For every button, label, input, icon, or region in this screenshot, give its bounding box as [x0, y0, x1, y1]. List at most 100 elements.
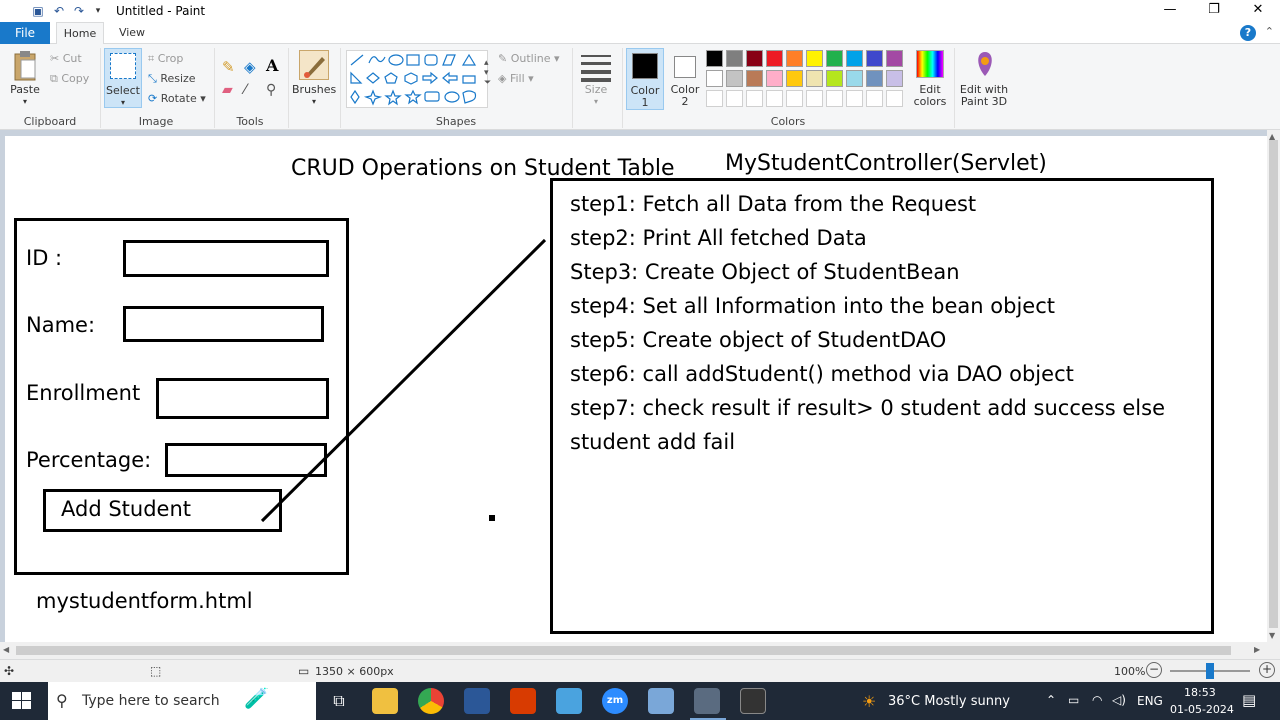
- cut-button[interactable]: ✂ Cut: [50, 52, 82, 65]
- paint3d-label-2[interactable]: Paint 3D: [958, 96, 1010, 108]
- battery-icon[interactable]: ▭: [1068, 693, 1079, 707]
- undo-icon[interactable]: ↶: [51, 3, 67, 19]
- minimize-button[interactable]: —: [1148, 0, 1192, 22]
- notifications-icon[interactable]: ▤: [1242, 691, 1256, 709]
- palette-swatch[interactable]: [806, 50, 823, 67]
- rotate-button[interactable]: ⟳ Rotate ▾: [148, 92, 206, 105]
- horizontal-scrollbar[interactable]: ◀ ▶: [0, 642, 1280, 659]
- clock-time[interactable]: 18:53: [1184, 686, 1216, 699]
- paint-icon[interactable]: [694, 688, 720, 714]
- weather-text[interactable]: 36°C Mostly sunny: [888, 694, 1010, 709]
- outline-button[interactable]: ✎ Outline ▾: [498, 52, 560, 65]
- color1-button[interactable]: Color 1: [626, 48, 664, 110]
- brushes-icon[interactable]: [299, 50, 329, 80]
- palette-swatch[interactable]: [766, 70, 783, 87]
- resize-button[interactable]: ⤡ Resize: [148, 72, 196, 86]
- palette-swatch[interactable]: [706, 50, 723, 67]
- volume-icon[interactable]: ◁): [1112, 693, 1126, 707]
- pencil-icon[interactable]: ✎: [222, 58, 235, 76]
- palette-swatch[interactable]: [746, 50, 763, 67]
- size-icon[interactable]: [580, 52, 612, 82]
- tab-file[interactable]: File: [0, 22, 50, 44]
- palette-swatch[interactable]: [786, 70, 803, 87]
- fill-button[interactable]: ◈ Fill ▾: [498, 72, 534, 85]
- color2-button[interactable]: Color 2: [668, 48, 702, 110]
- paste-dropdown-icon[interactable]: ▾: [20, 96, 30, 108]
- zoom-out-button[interactable]: −: [1146, 662, 1162, 678]
- palette-swatch[interactable]: [746, 70, 763, 87]
- quick-access-dropdown-icon[interactable]: ▾: [90, 3, 106, 19]
- notepad-icon[interactable]: [556, 688, 582, 714]
- palette-swatch[interactable]: [826, 70, 843, 87]
- paste-icon[interactable]: [12, 50, 38, 82]
- palette-swatch[interactable]: [866, 50, 883, 67]
- size-dropdown-icon[interactable]: ▾: [588, 96, 604, 108]
- palette-swatch[interactable]: [766, 90, 783, 107]
- vertical-scroll-thumb[interactable]: [1269, 140, 1278, 628]
- drawing-canvas[interactable]: CRUD Operations on Student Table MyStude…: [5, 136, 1267, 642]
- select-button[interactable]: Select ▾: [104, 48, 142, 108]
- show-hidden-icons-icon[interactable]: ⌃: [1046, 693, 1056, 707]
- brushes-button[interactable]: Brushes: [292, 84, 336, 96]
- copy-button[interactable]: ⧉ Copy: [50, 72, 89, 86]
- palette-swatch[interactable]: [726, 90, 743, 107]
- palette-swatch[interactable]: [866, 90, 883, 107]
- paste-button[interactable]: Paste: [8, 84, 42, 96]
- clock-date[interactable]: 01-05-2024: [1170, 703, 1234, 716]
- palette-swatch[interactable]: [746, 90, 763, 107]
- close-button[interactable]: ✕: [1236, 0, 1280, 22]
- horizontal-scroll-thumb[interactable]: [16, 646, 1231, 655]
- palette-swatch[interactable]: [886, 90, 903, 107]
- palette-swatch[interactable]: [826, 50, 843, 67]
- palette-swatch[interactable]: [886, 50, 903, 67]
- palette-swatch[interactable]: [846, 70, 863, 87]
- redo-icon[interactable]: ↷: [71, 3, 87, 19]
- terminal-icon[interactable]: [740, 688, 766, 714]
- shapes-scroll-icon[interactable]: ▴ ▾ ⏷: [484, 58, 491, 88]
- size-button[interactable]: Size: [576, 84, 616, 96]
- paint3d-icon[interactable]: [972, 50, 998, 80]
- scroll-right-icon[interactable]: ▶: [1254, 645, 1260, 654]
- palette-swatch[interactable]: [726, 50, 743, 67]
- palette-swatch[interactable]: [706, 90, 723, 107]
- palette-swatch[interactable]: [726, 70, 743, 87]
- palette-swatch[interactable]: [846, 50, 863, 67]
- taskbar-search[interactable]: ⚲ Type here to search 🧪: [48, 682, 316, 720]
- zoom-app-icon[interactable]: zm: [602, 688, 628, 714]
- fill-bucket-icon[interactable]: ◈: [244, 58, 256, 76]
- save-icon[interactable]: ▣: [30, 3, 46, 19]
- zoom-slider-thumb[interactable]: [1206, 663, 1214, 679]
- edit-colors-label-2[interactable]: colors: [910, 96, 950, 108]
- palette-swatch[interactable]: [766, 50, 783, 67]
- palette-swatch[interactable]: [706, 70, 723, 87]
- zoom-in-button[interactable]: +: [1259, 662, 1275, 678]
- palette-swatch[interactable]: [786, 90, 803, 107]
- shapes-gallery[interactable]: [346, 50, 488, 108]
- palette-swatch[interactable]: [866, 70, 883, 87]
- brushes-dropdown-icon[interactable]: ▾: [306, 96, 322, 108]
- maximize-button[interactable]: ❐: [1192, 0, 1236, 22]
- text-icon[interactable]: A: [266, 56, 278, 75]
- scroll-down-icon[interactable]: ▼: [1269, 631, 1275, 640]
- collapse-ribbon-icon[interactable]: ⌃: [1265, 25, 1274, 38]
- palette-swatch[interactable]: [846, 90, 863, 107]
- vertical-scrollbar[interactable]: ▲ ▼: [1267, 130, 1280, 642]
- tab-view[interactable]: View: [108, 22, 156, 44]
- weather-icon[interactable]: ☀: [862, 692, 876, 711]
- palette-swatch[interactable]: [806, 70, 823, 87]
- color-picker-icon[interactable]: ⁄: [244, 82, 246, 98]
- word-icon[interactable]: [464, 688, 490, 714]
- windows-start-icon[interactable]: [12, 692, 32, 710]
- scroll-left-icon[interactable]: ◀: [3, 645, 9, 654]
- task-view-icon[interactable]: ⧉: [326, 688, 352, 714]
- wps-icon[interactable]: [510, 688, 536, 714]
- palette-swatch[interactable]: [826, 90, 843, 107]
- tab-home[interactable]: Home: [56, 22, 104, 44]
- palette-swatch[interactable]: [806, 90, 823, 107]
- chrome-icon[interactable]: [418, 688, 444, 714]
- crop-button[interactable]: ⌗ Crop: [148, 52, 183, 66]
- wifi-icon[interactable]: ◠: [1092, 693, 1102, 707]
- palette-swatch[interactable]: [786, 50, 803, 67]
- eraser-icon[interactable]: ▰: [222, 82, 233, 98]
- palette-swatch[interactable]: [886, 70, 903, 87]
